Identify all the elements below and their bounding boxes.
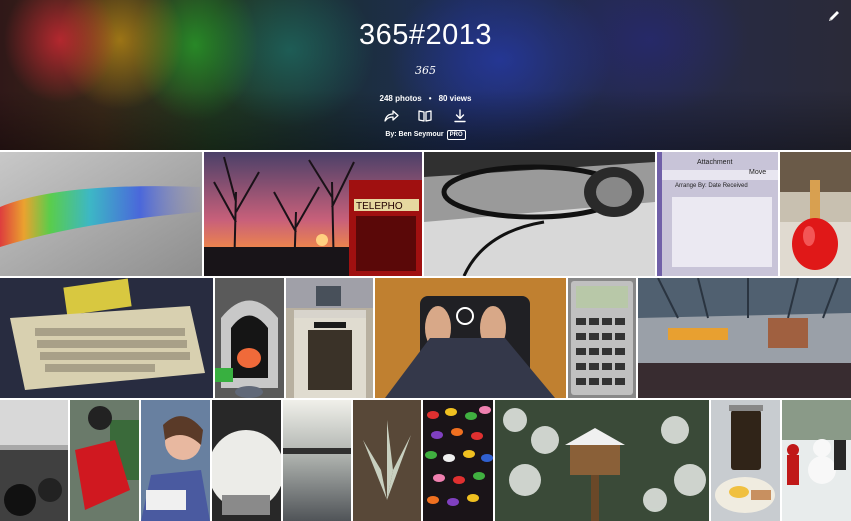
photo-tile-jelly-beans[interactable]	[423, 400, 493, 521]
album-description: 365	[415, 64, 436, 77]
photo-tile-frosty-plant[interactable]	[353, 400, 421, 521]
photo-tile-bird-feeder[interactable]	[495, 400, 709, 521]
photo-tile-mail-screen[interactable]: Attachment Move Arrange By: Date Receive…	[657, 152, 778, 276]
owner-byline: By: Ben Seymour PRO	[0, 130, 851, 140]
book-icon[interactable]	[417, 108, 433, 124]
photo-tile-sunset-phonebox[interactable]: TELEPHO	[204, 152, 422, 276]
photo-tile-headphones[interactable]	[424, 152, 655, 276]
photo-count: 248 photos	[379, 94, 422, 103]
photo-tile-fireplace[interactable]	[215, 278, 284, 398]
mail-toolbar-attachment: Attachment	[697, 159, 732, 166]
album-actions	[378, 108, 473, 126]
mail-toolbar-move: Move	[749, 169, 766, 176]
photo-tile-snowman[interactable]	[782, 400, 851, 521]
mail-arrange-by: Arrange By: Date Received	[675, 183, 748, 189]
photo-tile-retro-keyboard[interactable]	[0, 278, 213, 398]
view-count: 80 views	[438, 94, 472, 103]
album-title: 365#2013	[358, 19, 493, 51]
photo-tile-cafetiere[interactable]	[711, 400, 780, 521]
stats-separator: •	[428, 94, 432, 103]
photo-tile-red-motorbike[interactable]	[70, 400, 139, 521]
pro-badge: PRO	[446, 130, 466, 140]
photo-tile-child-drawing[interactable]	[141, 400, 210, 521]
photo-tile-snowy-car[interactable]	[212, 400, 281, 521]
share-icon[interactable]	[383, 108, 399, 124]
photo-tile-station[interactable]	[638, 278, 851, 398]
photo-tile-calculator[interactable]	[568, 278, 636, 398]
photo-tile-rainbow[interactable]	[0, 152, 202, 276]
telephone-sign: TELEPHO	[356, 201, 403, 212]
photo-tile-car-park[interactable]	[283, 400, 351, 521]
album-stats: 248 photos • 80 views	[0, 94, 851, 103]
owner-link[interactable]: By: Ben Seymour	[385, 131, 443, 138]
photo-tile-scale[interactable]	[375, 278, 566, 398]
photo-tile-red-flask[interactable]	[780, 152, 851, 276]
download-icon[interactable]	[452, 108, 468, 124]
photo-tile-shop-front[interactable]	[286, 278, 373, 398]
photo-tile-motorbikes[interactable]	[0, 400, 68, 521]
